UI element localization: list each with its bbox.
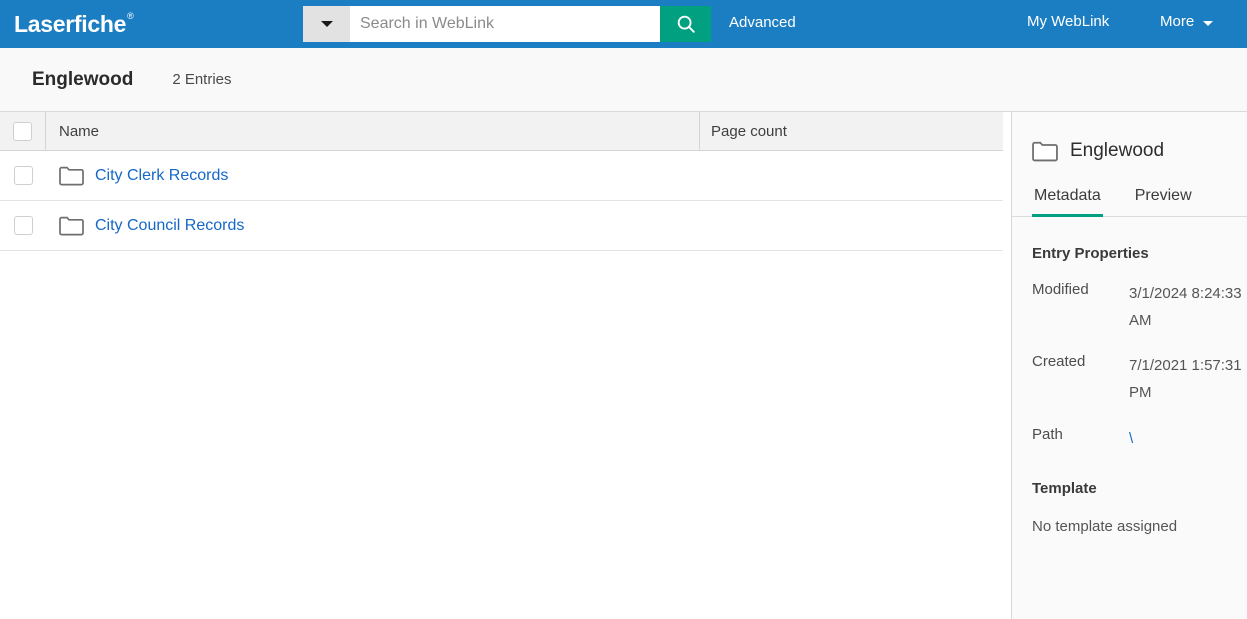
property-label: Modified bbox=[1032, 281, 1089, 298]
entry-list: Name Page count City Clerk Records City … bbox=[0, 112, 1003, 619]
property-value: 3/1/2024 8:24:33 AM bbox=[1129, 285, 1242, 329]
row-select-cell bbox=[0, 216, 46, 235]
tab-metadata[interactable]: Metadata bbox=[1032, 181, 1103, 217]
search-button[interactable] bbox=[660, 6, 711, 42]
column-header-page-count[interactable]: Page count bbox=[700, 112, 1003, 150]
app-header: Laserfiche® Advanced My WebLink More bbox=[0, 0, 1247, 48]
tab-preview[interactable]: Preview bbox=[1133, 181, 1194, 217]
chevron-down-icon bbox=[320, 21, 333, 27]
table-row[interactable]: City Clerk Records bbox=[0, 151, 1003, 201]
entry-properties-heading: Entry Properties bbox=[1032, 245, 1149, 262]
entry-count: 2 Entries bbox=[172, 71, 232, 88]
select-all-checkbox[interactable] bbox=[13, 121, 32, 141]
row-checkbox[interactable] bbox=[13, 166, 33, 185]
page-title: Englewood bbox=[32, 68, 134, 90]
search-icon bbox=[677, 15, 695, 33]
template-value: No template assigned bbox=[1032, 518, 1178, 536]
more-menu-label: More bbox=[1160, 13, 1195, 30]
property-value-path-link[interactable]: \ bbox=[1129, 426, 1133, 453]
row-name-cell: City Council Records bbox=[46, 216, 700, 236]
panel-entry-title: Englewood bbox=[1012, 112, 1247, 162]
advanced-search-link[interactable]: Advanced bbox=[729, 14, 796, 31]
row-checkbox[interactable] bbox=[13, 216, 33, 235]
folder-icon bbox=[1032, 141, 1058, 161]
property-label: Created bbox=[1032, 353, 1086, 371]
row-name-cell: City Clerk Records bbox=[46, 166, 700, 186]
property-row-created: Created 7/1/2021 1:57:31 PM bbox=[1012, 334, 1247, 406]
column-header-name[interactable]: Name bbox=[46, 112, 700, 150]
property-row-path: Path \ bbox=[1012, 407, 1247, 453]
logo-text: Laserfiche bbox=[14, 10, 127, 37]
search-bar bbox=[303, 6, 711, 42]
metadata-panel: Englewood Metadata Preview Entry Propert… bbox=[1012, 112, 1247, 619]
column-header-page-count-label: Page count bbox=[711, 122, 787, 140]
entry-name-link[interactable]: City Council Records bbox=[95, 217, 244, 235]
panel-resize-handle[interactable] bbox=[1003, 112, 1012, 619]
select-all-cell bbox=[0, 112, 46, 150]
more-menu-button[interactable]: More bbox=[1160, 13, 1214, 30]
row-select-cell bbox=[0, 166, 46, 185]
table-header-row: Name Page count bbox=[0, 112, 1003, 151]
table-row[interactable]: City Council Records bbox=[0, 201, 1003, 251]
entry-name-link[interactable]: City Clerk Records bbox=[95, 167, 228, 185]
panel-entry-title-label: Englewood bbox=[1070, 140, 1165, 161]
search-input[interactable] bbox=[350, 6, 660, 42]
search-scope-dropdown[interactable] bbox=[303, 6, 350, 42]
breadcrumb: Englewood 2 Entries bbox=[0, 48, 1247, 112]
panel-tabs: Metadata Preview bbox=[1012, 181, 1247, 217]
folder-icon bbox=[59, 216, 84, 235]
laserfiche-logo[interactable]: Laserfiche® bbox=[14, 10, 134, 37]
my-weblink-link[interactable]: My WebLink bbox=[1027, 13, 1109, 30]
folder-icon bbox=[59, 166, 84, 185]
column-header-name-label: Name bbox=[59, 122, 100, 140]
template-heading: Template bbox=[1032, 480, 1097, 498]
property-row-modified: Modified 3/1/2024 8:24:33 AM bbox=[1012, 262, 1247, 334]
registered-mark: ® bbox=[127, 10, 134, 21]
property-label: Path bbox=[1032, 425, 1063, 443]
chevron-down-icon bbox=[1203, 21, 1214, 26]
property-value: 7/1/2021 1:57:31 PM bbox=[1129, 357, 1242, 402]
